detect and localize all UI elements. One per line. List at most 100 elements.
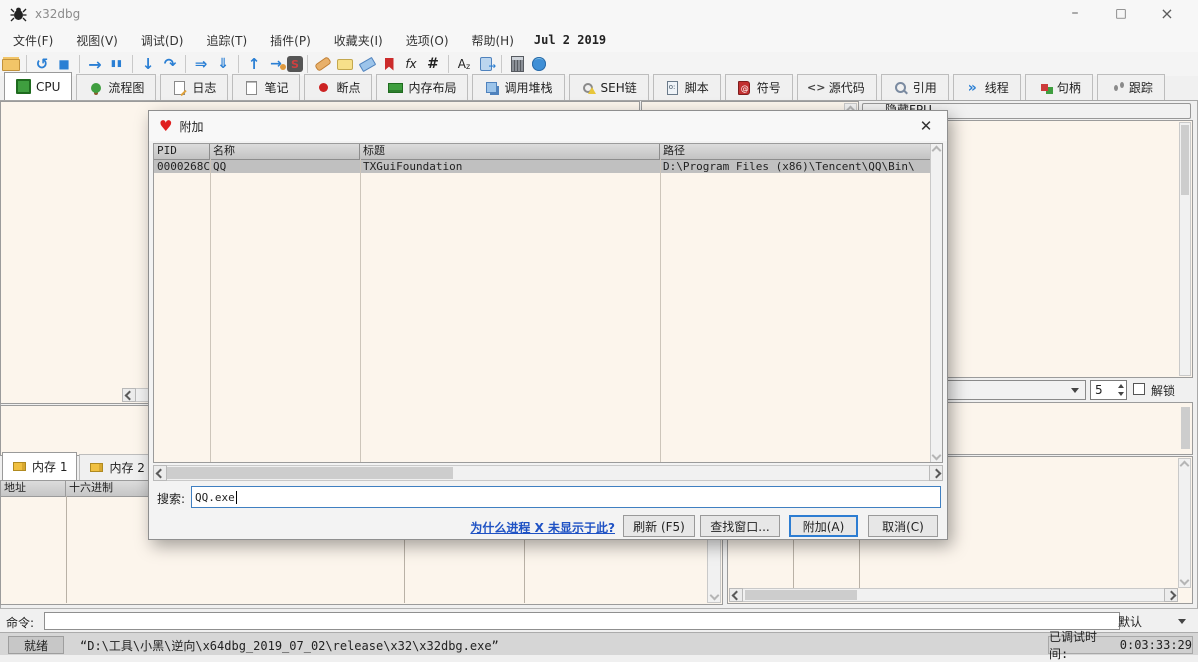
spinner-up-icon[interactable]: [1118, 384, 1124, 388]
heart-icon: ♥: [159, 117, 172, 135]
scrollbar-thumb[interactable]: [745, 590, 857, 600]
tab-cpu[interactable]: CPU: [4, 72, 72, 100]
log-icon: [172, 81, 187, 95]
threads-icon: [965, 81, 980, 95]
calculator-icon[interactable]: [506, 54, 528, 74]
toolbar-separator: [185, 55, 186, 73]
scroll-left-icon[interactable]: [153, 465, 167, 481]
column-header-path[interactable]: 路径: [660, 144, 942, 159]
bookmark-icon[interactable]: [378, 54, 400, 74]
tab-seh[interactable]: SEH链: [569, 74, 649, 100]
menu-file[interactable]: 文件(F): [3, 29, 63, 52]
toolbar-separator: [448, 55, 449, 73]
v-scrollbar[interactable]: [1181, 407, 1190, 449]
column-header-pid[interactable]: PID: [154, 144, 210, 159]
case-icon[interactable]: [453, 54, 475, 74]
pause-icon[interactable]: [106, 54, 128, 74]
find-window-button[interactable]: 查找窗口...: [700, 515, 780, 537]
process-table[interactable]: PID 名称 标题 路径 0000268C QQ TXGuiFoundation…: [153, 143, 943, 463]
tab-symbols[interactable]: 符号: [725, 74, 793, 100]
run-to-user-code-icon[interactable]: [265, 54, 287, 74]
globe-icon[interactable]: [528, 54, 550, 74]
comments-icon[interactable]: [334, 54, 356, 74]
scroll-left-icon[interactable]: [122, 388, 136, 402]
tab-label: 句柄: [1057, 79, 1081, 96]
v-scrollbar[interactable]: [1179, 122, 1191, 376]
menu-view[interactable]: 视图(V): [66, 29, 128, 52]
patch-icon[interactable]: [312, 54, 334, 74]
tab-call-stack[interactable]: 调用堆栈: [472, 74, 564, 100]
attach-dialog: ♥ 附加 ✕ PID 名称 标题 路径 0000268C QQ TXGuiFou…: [148, 110, 948, 540]
step-over-icon[interactable]: [159, 54, 181, 74]
why-not-shown-link[interactable]: 为什么进程 X 未显示于此?: [470, 519, 615, 536]
seh-chain-icon: [581, 81, 596, 95]
menu-favourites[interactable]: 收藏夹(I): [324, 29, 393, 52]
tab-label: 源代码: [829, 79, 865, 96]
tab-notes[interactable]: 笔记: [232, 74, 300, 100]
tab-dump-1[interactable]: 内存 1: [2, 452, 77, 480]
profile-combobox[interactable]: 默认: [1112, 612, 1192, 630]
tab-threads[interactable]: 线程: [953, 74, 1021, 100]
attach-button[interactable]: 附加(A): [789, 515, 858, 537]
tab-label: 内存 2: [109, 459, 144, 476]
dialog-title-bar[interactable]: ♥ 附加 ✕: [149, 111, 947, 141]
depth-spinner[interactable]: 5: [1090, 380, 1127, 400]
restart-icon[interactable]: [31, 54, 53, 74]
seh-icon[interactable]: [287, 56, 303, 72]
column-header-title[interactable]: 标题: [360, 144, 660, 159]
tab-source[interactable]: 源代码: [797, 74, 877, 100]
menu-trace[interactable]: 追踪(T): [196, 29, 257, 52]
step-bottom-icon[interactable]: [212, 54, 234, 74]
column-header-address[interactable]: 地址: [1, 481, 66, 496]
v-scrollbar[interactable]: [1178, 458, 1191, 588]
tab-label: 日志: [192, 79, 216, 96]
command-input[interactable]: [44, 612, 1120, 630]
tab-graph[interactable]: 流程图: [76, 74, 156, 100]
menu-help[interactable]: 帮助(H): [462, 29, 524, 52]
execute-till-return-icon[interactable]: [243, 54, 265, 74]
tab-script[interactable]: 脚本: [653, 74, 721, 100]
scroll-right-icon[interactable]: [929, 465, 943, 481]
scrollbar-thumb[interactable]: [167, 467, 453, 479]
scroll-left-icon[interactable]: [729, 588, 743, 602]
menu-debug[interactable]: 调试(D): [131, 29, 194, 52]
step-into-icon[interactable]: [137, 54, 159, 74]
stop-icon[interactable]: [53, 54, 75, 74]
tab-dump-2[interactable]: 内存 2: [79, 454, 154, 480]
tab-label: 脚本: [685, 79, 709, 96]
animate-into-icon[interactable]: [190, 54, 212, 74]
refresh-button[interactable]: 刷新 (F5): [623, 515, 695, 537]
search-input[interactable]: QQ.exe: [191, 486, 941, 508]
functions-icon[interactable]: [400, 54, 422, 74]
menu-plugins[interactable]: 插件(P): [260, 29, 321, 52]
run-icon[interactable]: [84, 54, 106, 74]
scroll-right-icon[interactable]: [1164, 588, 1178, 602]
close-icon[interactable]: [1144, 0, 1190, 26]
dump-icon: [89, 461, 104, 475]
maximize-icon[interactable]: [1098, 0, 1144, 26]
spinner-down-icon[interactable]: [1118, 392, 1124, 396]
tab-handles[interactable]: 句柄: [1025, 74, 1093, 100]
h-scrollbar[interactable]: [153, 465, 943, 481]
toolbar-separator: [79, 55, 80, 73]
tab-trace[interactable]: 跟踪: [1097, 74, 1165, 100]
column-header-name[interactable]: 名称: [210, 144, 360, 159]
dump-icon: [12, 460, 27, 474]
tab-log[interactable]: 日志: [160, 74, 228, 100]
status-module-path: “D:\工具\小黑\逆向\x64dbg_2019_07_02\release\x…: [80, 637, 499, 654]
v-scrollbar[interactable]: [930, 144, 942, 462]
tab-breakpoints[interactable]: 断点: [304, 74, 372, 100]
hash-icon[interactable]: [422, 54, 444, 74]
toolbar-separator: [501, 55, 502, 73]
cancel-button[interactable]: 取消(C): [868, 515, 938, 537]
modules-icon[interactable]: [475, 54, 497, 74]
menu-options[interactable]: 选项(O): [396, 29, 459, 52]
labels-icon[interactable]: [356, 54, 378, 74]
process-row-selected[interactable]: 0000268C QQ TXGuiFoundation D:\Program F…: [154, 160, 942, 173]
minimize-icon[interactable]: [1052, 0, 1098, 26]
tab-references[interactable]: 引用: [881, 74, 949, 100]
dialog-close-icon[interactable]: ✕: [909, 111, 943, 141]
h-scrollbar[interactable]: [729, 588, 1178, 602]
tab-memory-map[interactable]: 内存布局: [376, 74, 468, 100]
unlock-checkbox[interactable]: [1133, 383, 1145, 395]
